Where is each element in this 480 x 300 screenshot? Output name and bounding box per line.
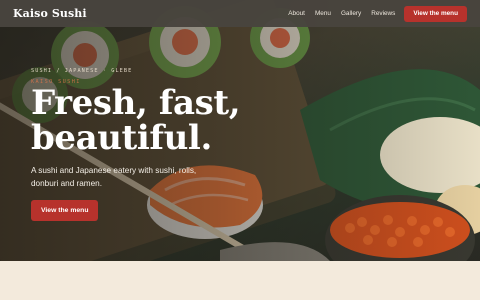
hero-lead: A sushi and Japanese eatery with sushi, … [31,166,197,188]
hero-view-menu-button[interactable]: View the menu [31,200,99,221]
nav-link-reviews[interactable]: Reviews [371,10,395,17]
nav-link-menu[interactable]: Menu [315,10,331,17]
brand-logo[interactable]: Kaiso Sushi [13,7,87,20]
nav-link-about[interactable]: About [288,10,305,17]
top-nav: Kaiso Sushi About Menu Gallery Reviews V… [0,0,480,27]
lower-section [0,261,480,300]
hero-eyebrow-sub: KAISO SUSHI [31,79,81,85]
nav-view-menu-button[interactable]: View the menu [404,5,467,22]
hero-headline: Fresh, fast, beautiful. [31,83,241,158]
hero-eyebrow: SUSHI / JAPANESE · GLEBE [31,68,133,74]
nav-links: About Menu Gallery Reviews View the menu [278,5,467,22]
hero-content: SUSHI / JAPANESE · GLEBE KAISO SUSHI Fre… [31,68,271,221]
nav-link-gallery[interactable]: Gallery [341,10,361,17]
